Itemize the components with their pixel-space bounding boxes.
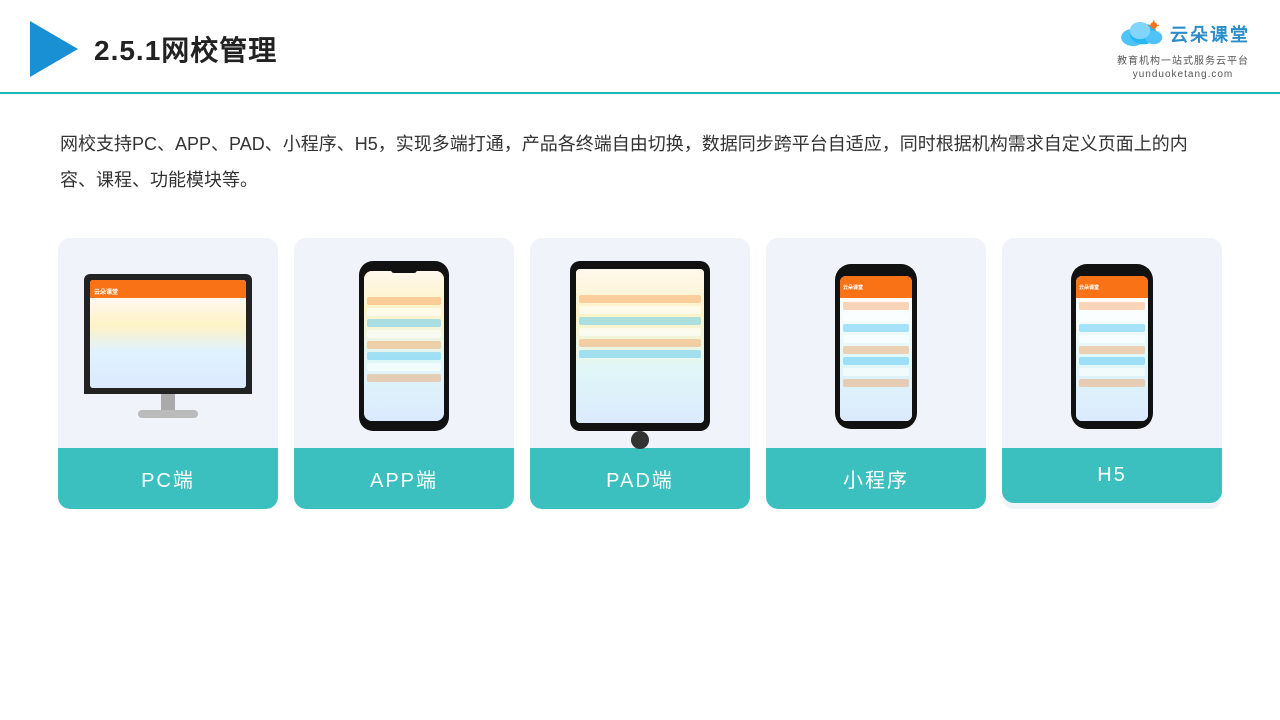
mini-phone-screen-bar: 云朵课堂 bbox=[840, 276, 912, 298]
screen-row bbox=[1079, 313, 1145, 321]
screen-row bbox=[367, 297, 441, 305]
screen-row bbox=[843, 357, 909, 365]
intro-text: 网校支持PC、APP、PAD、小程序、H5，实现多端打通，产品各终端自由切换，数… bbox=[0, 94, 1280, 218]
screen-row bbox=[93, 339, 243, 347]
monitor-brand-bar: 云朵课堂 bbox=[90, 280, 246, 302]
mini-phone-body: 云朵课堂 bbox=[835, 264, 917, 429]
mini-phone-notch bbox=[865, 270, 887, 275]
card-label-pc: PC端 bbox=[58, 448, 278, 509]
screen-row bbox=[579, 295, 701, 303]
h5-brand: 云朵课堂 bbox=[1076, 285, 1099, 291]
card-label-app: APP端 bbox=[294, 448, 514, 509]
card-app: 云朵课堂 bbox=[294, 238, 514, 509]
screen-row bbox=[1079, 357, 1145, 365]
cards-row: 云朵课堂 PC端 bbox=[0, 218, 1280, 539]
card-image-mini: 云朵课堂 bbox=[766, 238, 986, 448]
phone-notch-app bbox=[391, 267, 417, 273]
screen-row bbox=[1079, 368, 1145, 376]
play-icon bbox=[30, 21, 78, 77]
phone-screen-app: 云朵课堂 bbox=[364, 271, 444, 421]
mini-brand: 云朵课堂 bbox=[840, 285, 863, 291]
screen-row bbox=[367, 341, 441, 349]
tablet-screen: 云朵课堂 bbox=[576, 269, 704, 423]
card-image-h5: 云朵课堂 bbox=[1002, 238, 1222, 448]
screen-row bbox=[579, 306, 701, 314]
screen-row bbox=[843, 379, 909, 387]
phone-mockup-mini: 云朵课堂 bbox=[835, 264, 917, 429]
screen-row bbox=[367, 319, 441, 327]
screen-row bbox=[843, 368, 909, 376]
monitor-body: 云朵课堂 bbox=[84, 274, 252, 394]
logo-text-main: 云朵课堂 bbox=[1170, 21, 1250, 47]
page-title: 2.5.1网校管理 bbox=[94, 29, 277, 69]
screen-row bbox=[843, 302, 909, 310]
mini-phone-notch-h5 bbox=[1101, 270, 1123, 275]
screen-row bbox=[1079, 324, 1145, 332]
screen-row bbox=[367, 308, 441, 316]
logo-area: 云朵课堂 教育机构一站式服务云平台 yunduoketang.com bbox=[1116, 18, 1250, 80]
mini-phone-screen-bar-h5: 云朵课堂 bbox=[1076, 276, 1148, 298]
screen-row bbox=[93, 350, 243, 358]
card-image-pad: 云朵课堂 bbox=[530, 238, 750, 448]
phone-mockup-app: 云朵课堂 bbox=[359, 261, 449, 431]
tablet-body: 云朵课堂 bbox=[570, 261, 710, 431]
screen-row bbox=[579, 339, 701, 347]
pc-monitor: 云朵课堂 bbox=[84, 274, 252, 418]
screen-row bbox=[843, 335, 909, 343]
screen-row bbox=[1079, 379, 1145, 387]
header: 2.5.1网校管理 云朵课堂 教育机构一站式服务云平台 yunduoketang… bbox=[0, 0, 1280, 94]
screen-row bbox=[367, 374, 441, 382]
card-label-h5: H5 bbox=[1002, 448, 1222, 503]
screen-row bbox=[367, 363, 441, 371]
monitor-screen-content bbox=[90, 302, 246, 388]
mini-phone-screen-h5: 云朵课堂 bbox=[1076, 276, 1148, 421]
card-label-mini: 小程序 bbox=[766, 448, 986, 509]
screen-row bbox=[93, 328, 243, 336]
phone-content-app bbox=[364, 293, 444, 421]
monitor-stand bbox=[161, 394, 175, 410]
monitor-brand-text: 云朵课堂 bbox=[94, 287, 118, 296]
screen-row bbox=[367, 330, 441, 338]
card-image-pc: 云朵课堂 bbox=[58, 238, 278, 448]
mini-phone-screen: 云朵课堂 bbox=[840, 276, 912, 421]
screen-row bbox=[843, 313, 909, 321]
mini-phone-content bbox=[840, 298, 912, 421]
logo-text-sub: 教育机构一站式服务云平台 bbox=[1117, 52, 1249, 67]
h5-phone-content bbox=[1076, 298, 1148, 421]
monitor-screen: 云朵课堂 bbox=[90, 280, 246, 388]
phone-body-app: 云朵课堂 bbox=[359, 261, 449, 431]
screen-row bbox=[1079, 302, 1145, 310]
tablet-home-button bbox=[631, 431, 649, 449]
screen-row bbox=[367, 352, 441, 360]
screen-row bbox=[843, 346, 909, 354]
card-pad: 云朵课堂 PAD端 bbox=[530, 238, 750, 509]
card-mini-program: 云朵课堂 bbox=[766, 238, 986, 509]
screen-row bbox=[93, 306, 243, 314]
mini-phone-body-h5: 云朵课堂 bbox=[1071, 264, 1153, 429]
tablet-content bbox=[576, 291, 704, 423]
card-image-app: 云朵课堂 bbox=[294, 238, 514, 448]
phone-mockup-h5: 云朵课堂 bbox=[1071, 264, 1153, 429]
screen-row bbox=[1079, 335, 1145, 343]
screen-row bbox=[579, 317, 701, 325]
card-pc: 云朵课堂 PC端 bbox=[58, 238, 278, 509]
screen-row bbox=[93, 317, 243, 325]
card-label-pad: PAD端 bbox=[530, 448, 750, 509]
cloud-icon bbox=[1116, 18, 1164, 50]
header-left: 2.5.1网校管理 bbox=[30, 21, 277, 77]
screen-row bbox=[843, 324, 909, 332]
logo-cloud: 云朵课堂 bbox=[1116, 18, 1250, 50]
screen-row bbox=[1079, 346, 1145, 354]
screen-row bbox=[579, 328, 701, 336]
logo-url: yunduoketang.com bbox=[1133, 69, 1234, 80]
screen-row bbox=[579, 350, 701, 358]
screen-row bbox=[93, 361, 243, 369]
monitor-base bbox=[138, 410, 198, 418]
card-h5: 云朵课堂 bbox=[1002, 238, 1222, 509]
